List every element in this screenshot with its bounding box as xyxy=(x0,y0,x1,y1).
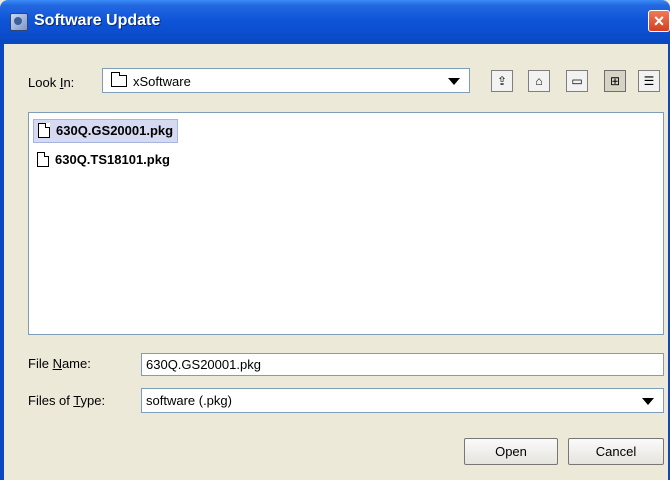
app-icon xyxy=(10,13,28,31)
chevron-down-icon[interactable] xyxy=(448,78,460,85)
file-list[interactable]: 630Q.GS20001.pkg 630Q.TS18101.pkg xyxy=(28,112,664,335)
window-frame-left xyxy=(0,44,4,480)
window-title: Software Update xyxy=(34,12,161,29)
up-one-level-icon: ⇪ xyxy=(496,74,508,88)
file-item-label: 630Q.TS18101.pkg xyxy=(55,152,170,167)
new-folder-icon: ▭ xyxy=(571,74,583,88)
folder-icon xyxy=(111,72,127,87)
look-in-label: Look In: xyxy=(28,75,75,90)
open-button[interactable]: Open xyxy=(464,438,558,465)
up-one-level-button[interactable]: ⇪ xyxy=(491,70,513,92)
document-icon xyxy=(38,123,50,138)
list-view-icon: ⊞ xyxy=(609,74,621,88)
chevron-down-icon[interactable] xyxy=(642,398,654,405)
file-name-label: File Name: xyxy=(28,356,91,371)
home-icon: ⌂ xyxy=(535,74,543,88)
title-bar: Software Update × xyxy=(0,0,670,44)
file-item[interactable]: 630Q.TS18101.pkg xyxy=(33,149,174,171)
new-folder-button[interactable]: ▭ xyxy=(566,70,588,92)
details-view-button[interactable]: ☰ xyxy=(638,70,660,92)
file-type-label: Files of Type: xyxy=(28,393,106,408)
cancel-button[interactable]: Cancel xyxy=(568,438,664,465)
list-view-button[interactable]: ⊞ xyxy=(604,70,626,92)
look-in-value: xSoftware xyxy=(133,74,191,89)
file-type-value: software (.pkg) xyxy=(146,393,232,408)
close-button[interactable]: × xyxy=(648,10,670,32)
file-item-label: 630Q.GS20001.pkg xyxy=(56,123,174,138)
file-name-input[interactable]: 630Q.GS20001.pkg xyxy=(141,353,664,376)
file-item[interactable]: 630Q.GS20001.pkg xyxy=(33,119,179,143)
home-button[interactable]: ⌂ xyxy=(528,70,550,92)
details-view-icon: ☰ xyxy=(643,74,655,88)
file-type-dropdown[interactable]: software (.pkg) xyxy=(141,388,664,413)
document-icon xyxy=(37,152,49,167)
look-in-dropdown[interactable]: xSoftware xyxy=(102,68,470,93)
